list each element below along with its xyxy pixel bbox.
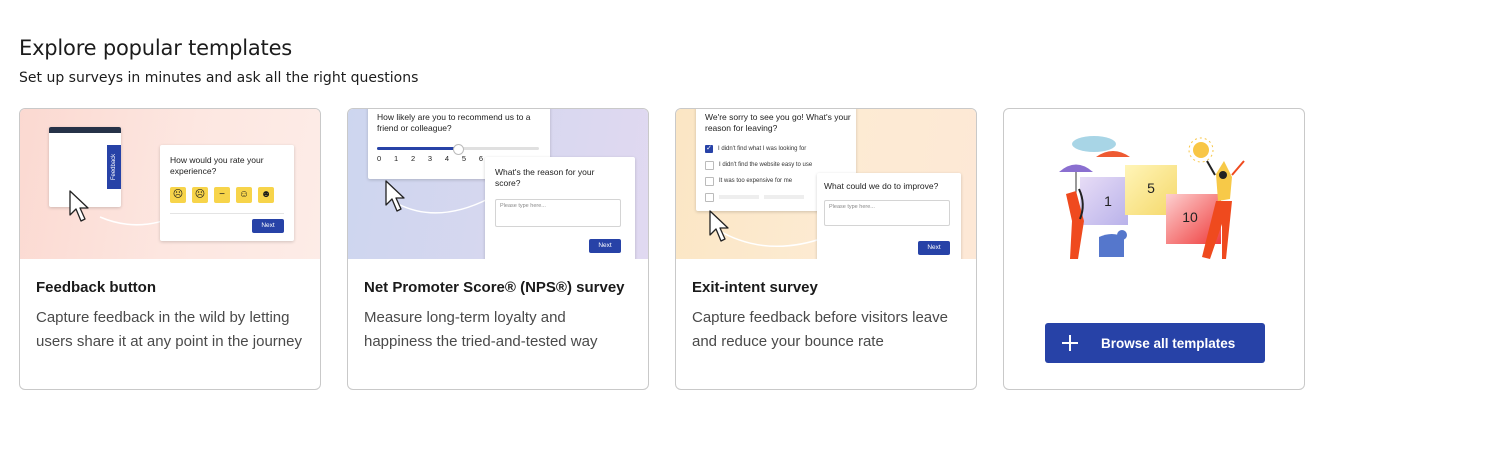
- exit-options: ✓ I didn't find what I was looking for I…: [705, 141, 812, 205]
- template-card-exit-intent-survey[interactable]: We're sorry to see you go! What's your r…: [675, 108, 977, 390]
- card-description: Measure long-term loyalty and happiness …: [364, 309, 598, 350]
- nps-preview: How likely are you to recommend us to a …: [348, 109, 648, 259]
- card-description: Capture feedback in the wild by letting …: [36, 309, 302, 350]
- plus-icon: [1061, 334, 1079, 352]
- checkbox-icon: [705, 160, 714, 170]
- browse-button-label: Browse all templates: [1101, 335, 1236, 351]
- next-button-mock: Next: [252, 219, 284, 233]
- checkbox-icon: [705, 192, 714, 202]
- exit-followup-popup: What could we do to improve? Please type…: [817, 173, 961, 259]
- happy-face-icon: ☺: [236, 187, 252, 203]
- nps-scale-label: 0: [377, 154, 382, 163]
- card-title: Feedback button: [36, 279, 157, 296]
- feedback-button-preview: Feedback How would you rate your experie…: [20, 109, 320, 259]
- unhappy-face-icon: ☹: [192, 187, 208, 203]
- next-button-mock: Next: [589, 239, 621, 253]
- nps-scale: 0 1 2 3 4 5 6: [377, 154, 483, 163]
- nps-scale-label: 3: [427, 154, 433, 163]
- rating-popup: How would you rate your experience? ☹ ☹ …: [160, 145, 294, 241]
- nps-slider: [377, 144, 539, 155]
- browse-all-templates-button[interactable]: Browse all templates: [1045, 323, 1265, 363]
- love-face-icon: ☻: [258, 187, 274, 203]
- emoji-rating-row: ☹ ☹ − ☺ ☻: [170, 187, 274, 203]
- nps-question: How likely are you to recommend us to a …: [377, 112, 531, 133]
- exit-option: ✓ I didn't find what I was looking for: [705, 145, 807, 153]
- nps-followup-question: What's the reason for your score?: [495, 167, 595, 188]
- nps-scale-label: 2: [410, 154, 416, 163]
- nps-scale-label: 1: [393, 154, 399, 163]
- rating-number-5: 5: [1147, 180, 1155, 196]
- cursor-icon: [709, 210, 729, 242]
- exit-option: I didn't find the website easy to use: [705, 157, 812, 173]
- exit-text-field-mock: Please type here...: [824, 200, 950, 226]
- exit-intent-preview: We're sorry to see you go! What's your r…: [676, 109, 976, 259]
- exit-option-placeholder: [705, 189, 812, 205]
- checkbox-icon: [705, 176, 714, 186]
- next-button-mock: Next: [918, 241, 950, 255]
- rating-number-1: 1: [1104, 193, 1112, 209]
- nps-scale-label: 4: [444, 154, 450, 163]
- nps-scale-label: 5: [461, 154, 467, 163]
- very-unhappy-face-icon: ☹: [170, 187, 186, 203]
- exit-followup-question: What could we do to improve?: [824, 181, 939, 191]
- checkbox-checked-icon: ✓: [705, 145, 713, 153]
- rating-number-10: 10: [1182, 209, 1198, 225]
- template-card-nps-survey[interactable]: How likely are you to recommend us to a …: [347, 108, 649, 390]
- card-description: Capture feedback before visitors leave a…: [692, 309, 948, 350]
- nps-text-field-mock: Please type here...: [495, 199, 621, 227]
- nps-scale-label: 6: [478, 154, 483, 163]
- card-title: Net Promoter Score® (NPS®) survey: [364, 279, 625, 296]
- exit-question: We're sorry to see you go! What's your r…: [705, 112, 851, 133]
- nps-slider-fill: [377, 147, 457, 150]
- cursor-icon: [69, 190, 89, 222]
- neutral-face-icon: −: [214, 187, 230, 203]
- feedback-side-tab: Feedback: [107, 145, 121, 189]
- section-title: Explore popular templates: [19, 36, 293, 60]
- browse-templates-card: 1 5 10 Browse all templates: [1003, 108, 1305, 390]
- section-subtitle: Set up surveys in minutes and ask all th…: [19, 70, 419, 86]
- section-header: Explore popular templates Set up surveys…: [19, 36, 418, 86]
- exit-option: It was too expensive for me: [705, 173, 812, 189]
- rating-question: How would you rate your experience?: [170, 155, 264, 176]
- card-title: Exit-intent survey: [692, 279, 818, 296]
- nps-followup-popup: What's the reason for your score? Please…: [485, 157, 635, 259]
- template-card-feedback-button[interactable]: Feedback How would you rate your experie…: [19, 108, 321, 390]
- cursor-icon: [385, 180, 405, 212]
